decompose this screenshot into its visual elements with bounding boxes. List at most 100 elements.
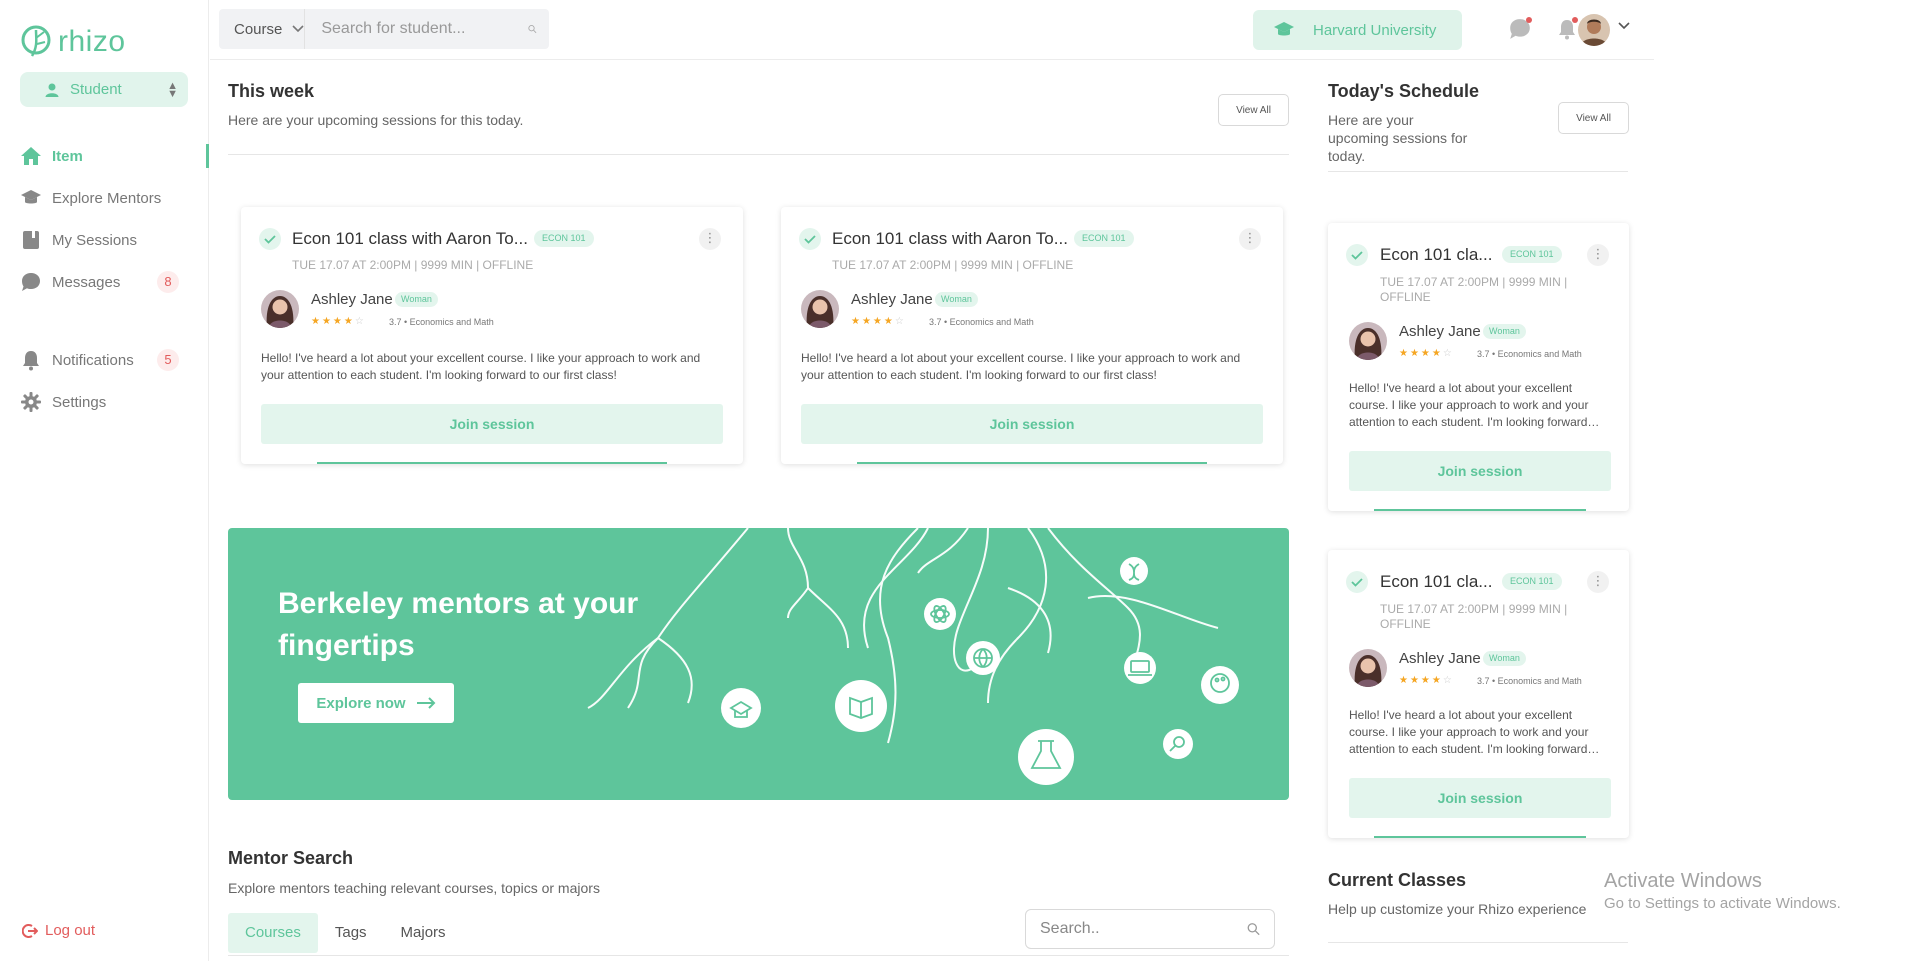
explore-now-button[interactable]: Explore now — [298, 683, 454, 723]
course-tag: ECON 101 — [1074, 230, 1134, 247]
sidebar-item-settings[interactable]: Settings — [20, 381, 209, 423]
mentor-avatar-image — [1349, 649, 1387, 687]
sidebar-item-messages[interactable]: Messages 8 — [20, 261, 209, 303]
more-options-button[interactable]: ⋮ — [1587, 571, 1609, 593]
role-label: Student — [70, 81, 122, 98]
explore-now-label: Explore now — [316, 694, 406, 712]
role-select[interactable]: Student ▲ ▼ — [20, 72, 188, 107]
star-rating: ★★★★☆ — [1399, 675, 1454, 686]
logo-text: rhizo — [58, 25, 126, 58]
course-filter-select[interactable]: Course — [219, 9, 306, 49]
unread-dot — [1572, 17, 1578, 23]
sidebar-item-explore-mentors[interactable]: Explore Mentors — [20, 177, 209, 219]
sidebar-item-notifications[interactable]: Notifications 5 — [20, 339, 209, 381]
check-icon — [1346, 244, 1368, 266]
session-title: Econ 101 cla... — [1380, 572, 1493, 591]
divider — [1328, 942, 1628, 943]
gender-tag: Woman — [1483, 651, 1526, 666]
this-week-view-all-button[interactable]: View All — [1218, 94, 1289, 126]
gender-tag: Woman — [395, 292, 438, 307]
this-week-subtitle: Here are your upcoming sessions for this… — [228, 112, 524, 128]
activate-windows-subtitle: Go to Settings to activate Windows. — [1604, 895, 1841, 912]
sidebar: rhizo Student ▲ ▼ Item Explore Mentors My… — [0, 0, 209, 961]
more-options-button[interactable]: ⋮ — [1587, 244, 1609, 266]
session-meta: TUE 17.07 AT 2:00PM | 9999 MIN | OFFLINE — [292, 258, 534, 272]
mentor-avatar[interactable] — [1349, 322, 1387, 360]
mentor-name[interactable]: Ashley Jane — [1399, 323, 1481, 340]
sidebar-item-my-sessions[interactable]: My Sessions — [20, 219, 209, 261]
session-meta: TUE 17.07 AT 2:00PM | 9999 MIN | OFFLINE — [1380, 275, 1568, 304]
logout-button[interactable]: Log out — [22, 922, 95, 939]
chevron-down-icon[interactable] — [1618, 22, 1630, 30]
course-tag: ECON 101 — [1502, 573, 1562, 590]
university-badge[interactable]: Harvard University — [1253, 10, 1462, 50]
arrow-right-icon — [416, 697, 436, 709]
mentor-name[interactable]: Ashley Jane — [311, 291, 393, 308]
mentor-search-tabs: Courses Tags Majors — [228, 913, 463, 953]
session-message: Hello! I've heard a lot about your excel… — [261, 351, 701, 382]
star-rating: ★★★★☆ — [1399, 348, 1454, 359]
rating-text: 3.7 • Economics and Math — [1477, 676, 1582, 686]
join-session-button[interactable]: Join session — [1349, 451, 1611, 491]
bell-icon — [23, 351, 39, 371]
tab-courses[interactable]: Courses — [228, 913, 318, 953]
mentor-avatar-image — [261, 290, 299, 328]
join-session-button[interactable]: Join session — [261, 404, 723, 444]
mentor-search-input[interactable] — [1040, 920, 1247, 938]
session-title: Econ 101 class with Aaron To... — [832, 229, 1068, 248]
user-avatar[interactable] — [1578, 14, 1610, 46]
mentor-avatar[interactable] — [261, 290, 299, 328]
user-avatar-image — [1578, 14, 1610, 46]
this-week-title: This week — [228, 81, 315, 101]
student-search-input[interactable] — [305, 20, 529, 38]
logout-icon — [22, 923, 38, 938]
sidebar-item-label: My Sessions — [52, 231, 138, 249]
sidebar-item-item[interactable]: Item — [20, 135, 209, 177]
search-icon[interactable] — [528, 21, 537, 37]
search-icon[interactable] — [1247, 920, 1260, 938]
session-title: Econ 101 class with Aaron To... — [292, 229, 528, 248]
mentor-avatar[interactable] — [1349, 649, 1387, 687]
current-classes-subtitle: Help up customize your Rhizo experience — [1328, 901, 1587, 917]
check-icon — [259, 228, 281, 250]
tab-majors[interactable]: Majors — [384, 913, 463, 953]
more-options-button[interactable]: ⋮ — [1239, 228, 1261, 250]
promo-banner: Berkeley mentors at your fingertips Expl… — [228, 528, 1289, 800]
sidebar-item-label: Settings — [52, 393, 107, 411]
banner-title: Berkeley mentors at your fingertips — [278, 587, 639, 662]
sidebar-item-label: Explore Mentors — [52, 189, 162, 207]
chat-button[interactable] — [1508, 17, 1532, 46]
session-message: Hello! I've heard a lot about your excel… — [801, 351, 1241, 382]
mentor-search-box — [1025, 909, 1275, 949]
mentor-search-title: Mentor Search — [228, 848, 354, 868]
mentor-name[interactable]: Ashley Jane — [1399, 650, 1481, 667]
mentor-name[interactable]: Ashley Jane — [851, 291, 933, 308]
graduation-cap-icon — [21, 190, 41, 204]
university-name: Harvard University — [1313, 21, 1437, 39]
logo[interactable]: rhizo — [20, 22, 126, 62]
graduation-cap-icon — [1274, 22, 1294, 36]
session-meta: TUE 17.07 AT 2:00PM | 9999 MIN | OFFLINE — [832, 258, 1074, 272]
logout-label: Log out — [45, 922, 96, 939]
current-classes-title: Current Classes — [1328, 870, 1467, 890]
user-icon — [45, 83, 59, 97]
schedule-view-all-button[interactable]: View All — [1558, 102, 1629, 134]
join-session-button[interactable]: Join session — [1349, 778, 1611, 818]
session-card: Econ 101 class with Aaron To... ECON 101… — [241, 207, 743, 464]
notifications-button[interactable] — [1556, 17, 1578, 46]
notifications-count-badge: 5 — [157, 349, 179, 371]
join-session-button[interactable]: Join session — [801, 404, 1263, 444]
gear-icon — [21, 392, 41, 412]
schedule-session-card: Econ 101 cla... ECON 101 ⋮ TUE 17.07 AT … — [1328, 550, 1629, 838]
check-icon — [1346, 571, 1368, 593]
top-bar: Course Harvard University — [210, 0, 1654, 60]
mentor-avatar[interactable] — [801, 290, 839, 328]
tab-tags[interactable]: Tags — [318, 913, 384, 953]
gender-tag: Woman — [935, 292, 978, 307]
rhizo-logo-icon — [21, 25, 51, 57]
star-rating: ★★★★☆ — [311, 316, 366, 327]
more-options-button[interactable]: ⋮ — [699, 228, 721, 250]
session-message: Hello! I've heard a lot about your excel… — [1349, 381, 1600, 429]
gender-tag: Woman — [1483, 324, 1526, 339]
